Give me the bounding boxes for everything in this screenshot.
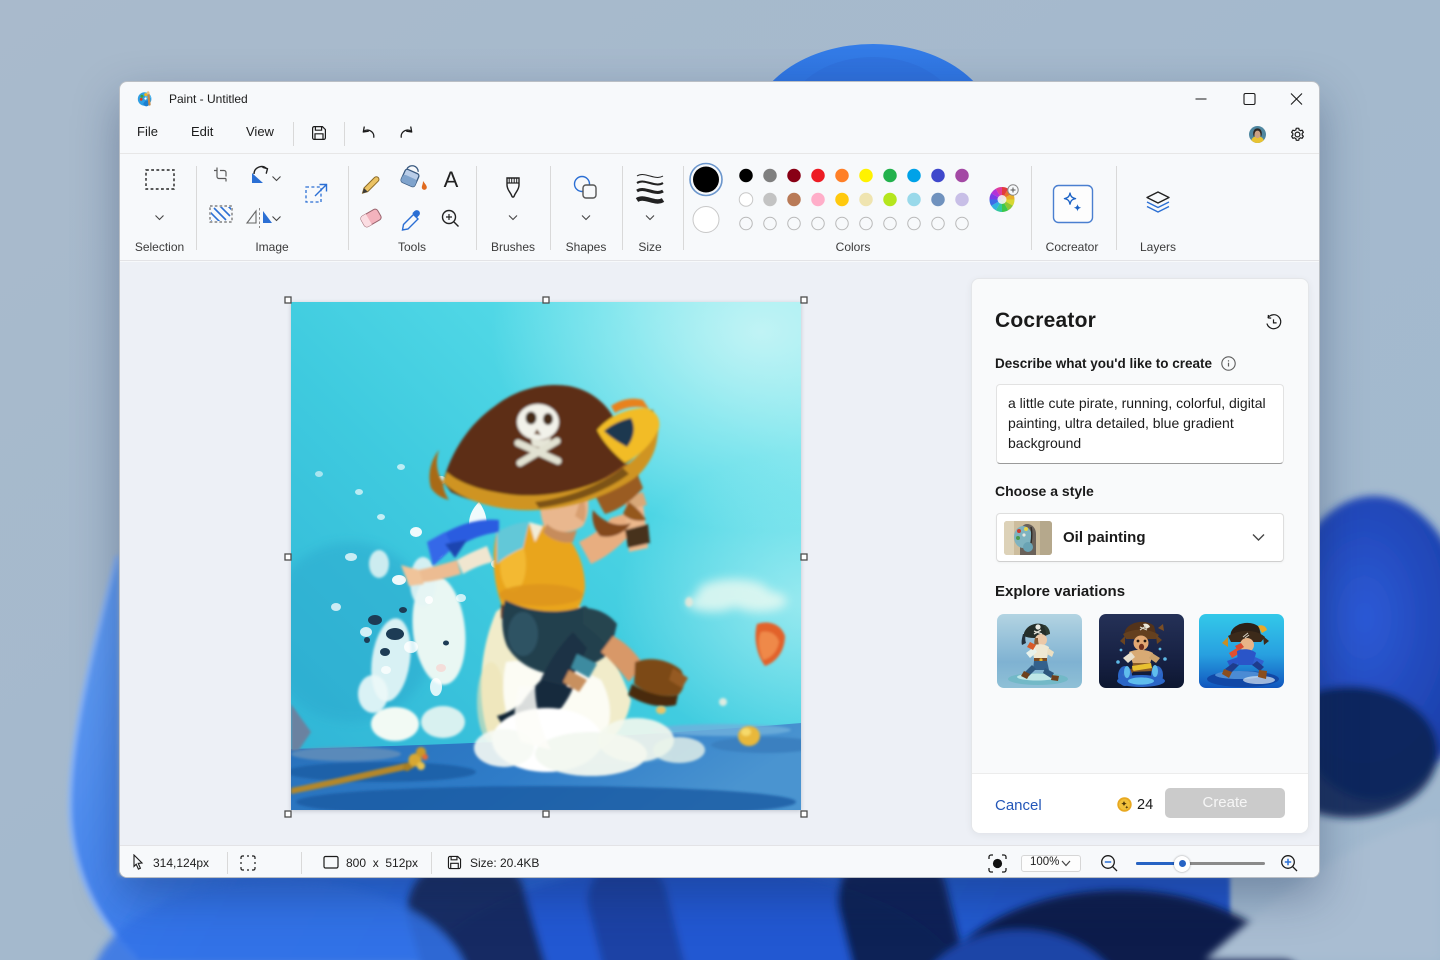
svg-text:A: A <box>444 167 459 192</box>
